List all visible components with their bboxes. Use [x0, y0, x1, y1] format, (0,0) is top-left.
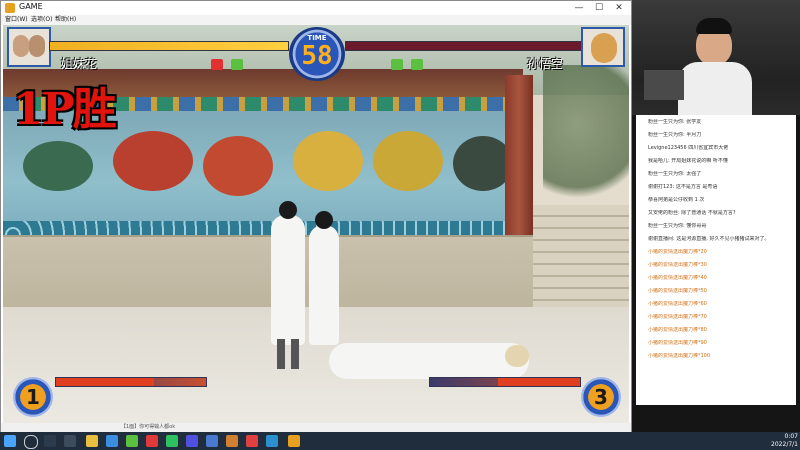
p2-power-level: 3 — [581, 377, 621, 417]
streamer-shirt — [678, 62, 752, 115]
dragon-icon — [203, 136, 273, 196]
taskbar: 0:07 2022/7/1 — [0, 432, 800, 450]
round-timer: TIME 58 — [289, 27, 345, 81]
maximize-icon[interactable]: ☐ — [589, 1, 609, 15]
chat-message: 小猪的爱情送出魔力棒*30 — [648, 262, 707, 268]
clock-time: 0:07 — [784, 433, 798, 440]
game-window: GAME — ☐ ✕ 窗口(W) 选项(O) 帮助(H) TIME 58 姐妹花… — [0, 0, 632, 432]
menu-bar: 窗口(W) 选项(O) 帮助(H) — [1, 15, 631, 25]
chat-message: 谢谢打123: 这不是方言 是粤语 — [648, 184, 718, 190]
chat-message: 小猪的爱情送出魔力棒*40 — [648, 275, 707, 281]
status-bar: 【1面】你可得输人都ok — [1, 423, 631, 432]
chat-message: 小猪的爱情送出魔力棒*80 — [648, 327, 707, 333]
p1-power-level: 1 — [13, 377, 53, 417]
menu-help[interactable]: 帮助(H) — [55, 15, 76, 25]
dragon-icon — [23, 141, 93, 191]
game-screen[interactable]: TIME 58 姐妹花 孙悟空 1P胜 1 3 — [3, 25, 629, 423]
minimize-icon[interactable]: — — [569, 1, 589, 15]
p2-portrait — [581, 27, 625, 67]
p1-portrait — [7, 27, 51, 67]
wechat-icon[interactable] — [166, 435, 178, 447]
chat-message: 小猪的爱情送出魔力棒*100 — [648, 353, 711, 359]
start-icon[interactable] — [4, 435, 16, 447]
fighter-nurse-1 — [271, 201, 305, 369]
chat-message: 粉丝一生只为你: 半月刀 — [648, 132, 702, 138]
menu-window[interactable]: 窗口(W) — [5, 15, 28, 25]
clock-date: 2022/7/1 — [771, 441, 798, 448]
dragon-icon — [293, 131, 363, 191]
chat-panel[interactable]: 粉丝一生只为你: 张学友 粉丝一生只为你: 半月刀 Levigne123456 四川… — [636, 115, 796, 405]
app-icon[interactable] — [186, 435, 198, 447]
win-banner: 1P胜 — [13, 84, 117, 135]
app-icon[interactable] — [146, 435, 158, 447]
streamer-hair — [696, 18, 732, 34]
window-title: GAME — [19, 2, 43, 11]
p1-round-marker — [211, 59, 223, 70]
app-icon[interactable] — [246, 435, 258, 447]
stone-base — [3, 235, 533, 307]
chat-message: 又安佬的粉丝: 除了普通话 不就是方言? — [648, 210, 736, 216]
p1-health-bar — [49, 41, 289, 51]
menu-options[interactable]: 选项(O) — [31, 15, 52, 25]
p2-health-bar — [345, 41, 583, 51]
timer-value: 58 — [301, 41, 333, 71]
chat-message: 小猪的爱情送出魔力棒*20 — [648, 249, 707, 255]
chat-message: 粉丝一生只为你: 太强了 — [648, 171, 702, 177]
dragon-icon — [113, 131, 193, 191]
dragon-icon — [373, 131, 443, 191]
chat-message: 小猪的爱情送出魔力棒*50 — [648, 288, 707, 294]
trees-background — [543, 65, 629, 215]
app-icon — [5, 3, 15, 13]
chat-message: 小猪的爱情送出魔力棒*60 — [648, 301, 707, 307]
taskbar-clock[interactable]: 0:07 2022/7/1 — [770, 433, 798, 449]
p2-name: 孙悟空 — [527, 57, 564, 71]
chat-message: 恭喜阿弟是公仔收到 1 次 — [648, 197, 705, 203]
p1-health-fill — [50, 42, 288, 50]
red-pillar — [505, 75, 533, 255]
chat-message: 粉丝一生只为你: 张学友 — [648, 119, 702, 125]
chat-message: 谢谢直播间: 这是河源直播, 好久不见小猪猪试来对了。 — [648, 236, 770, 242]
p2-round-marker — [411, 59, 423, 70]
edge-icon[interactable] — [106, 435, 118, 447]
fighter-knocked-down — [329, 343, 529, 379]
title-bar[interactable]: GAME — ☐ ✕ — [1, 1, 631, 15]
widgets-icon[interactable] — [64, 435, 76, 447]
app-icon[interactable] — [206, 435, 218, 447]
task-view-icon[interactable] — [44, 435, 56, 447]
chat-message: 小猪的爱情送出魔力棒*90 — [648, 340, 707, 346]
background-equipment — [644, 70, 684, 100]
app-icon[interactable] — [226, 435, 238, 447]
p1-round-marker — [231, 59, 243, 70]
p1-power-gauge — [55, 377, 207, 387]
file-explorer-icon[interactable] — [86, 435, 98, 447]
close-icon[interactable]: ✕ — [609, 1, 629, 15]
chat-message: 我是哈儿: 开局姐妹花说的嘛 听不懂 — [648, 158, 728, 164]
dragon-icon — [453, 136, 513, 191]
app-icon[interactable] — [266, 435, 278, 447]
wave-frieze — [3, 221, 523, 235]
chat-message: 小猪的爱情送出魔力棒*70 — [648, 314, 707, 320]
fighter-nurse-2 — [309, 211, 339, 345]
p2-round-marker — [391, 59, 403, 70]
chat-message: Levigne123456 四川省宜宾市大佬 — [648, 145, 729, 151]
game-taskbar-icon[interactable] — [288, 435, 300, 447]
chat-message: 粉丝一生只为你: 懂你哥哥 — [648, 223, 707, 229]
p2-power-gauge — [429, 377, 581, 387]
search-icon[interactable] — [24, 435, 38, 449]
app-icon[interactable] — [126, 435, 138, 447]
status-text: 【1面】你可得输人都ok — [121, 424, 176, 430]
p1-name: 姐妹花 — [61, 57, 98, 71]
webcam-feed — [632, 0, 800, 115]
